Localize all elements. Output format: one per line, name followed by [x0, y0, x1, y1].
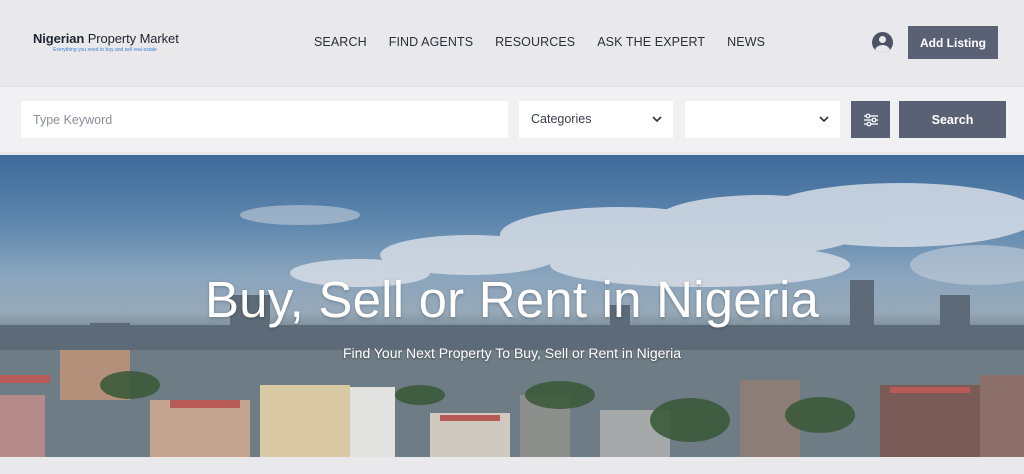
search-button[interactable]: Search — [899, 101, 1006, 138]
logo-tagline: Everything you need to buy and sell real… — [53, 47, 157, 53]
chevron-down-icon — [652, 116, 662, 123]
user-account-icon[interactable] — [872, 32, 893, 53]
site-header: Nigerian Property Market Everything you … — [0, 0, 1024, 86]
logo-bold-text: Nigerian — [33, 31, 85, 46]
nav-search[interactable]: SEARCH — [314, 35, 367, 49]
site-logo[interactable]: Nigerian Property Market Everything you … — [33, 31, 179, 53]
search-bar: Categories Search — [0, 86, 1024, 152]
logo-title: Nigerian Property Market — [33, 31, 179, 46]
page-bottom-strip — [0, 457, 1024, 474]
keyword-search-input[interactable] — [21, 101, 508, 138]
chevron-down-icon — [819, 116, 829, 123]
nav-ask-the-expert[interactable]: ASK THE EXPERT — [597, 35, 705, 49]
location-select[interactable] — [685, 101, 840, 138]
hero-banner: Buy, Sell or Rent in Nigeria Find Your N… — [0, 155, 1024, 457]
categories-select[interactable]: Categories — [519, 101, 673, 138]
sliders-icon — [863, 113, 878, 126]
nav-find-agents[interactable]: FIND AGENTS — [389, 35, 473, 49]
nav-news[interactable]: NEWS — [727, 35, 765, 49]
hero-subtitle: Find Your Next Property To Buy, Sell or … — [343, 345, 681, 361]
nav-resources[interactable]: RESOURCES — [495, 35, 575, 49]
add-listing-button[interactable]: Add Listing — [908, 26, 998, 59]
categories-select-label: Categories — [531, 112, 592, 126]
logo-rest-text: Property Market — [84, 31, 179, 46]
main-nav: SEARCH FIND AGENTS RESOURCES ASK THE EXP… — [314, 35, 765, 49]
advanced-filter-button[interactable] — [851, 101, 890, 138]
hero-title: Buy, Sell or Rent in Nigeria — [204, 271, 820, 328]
